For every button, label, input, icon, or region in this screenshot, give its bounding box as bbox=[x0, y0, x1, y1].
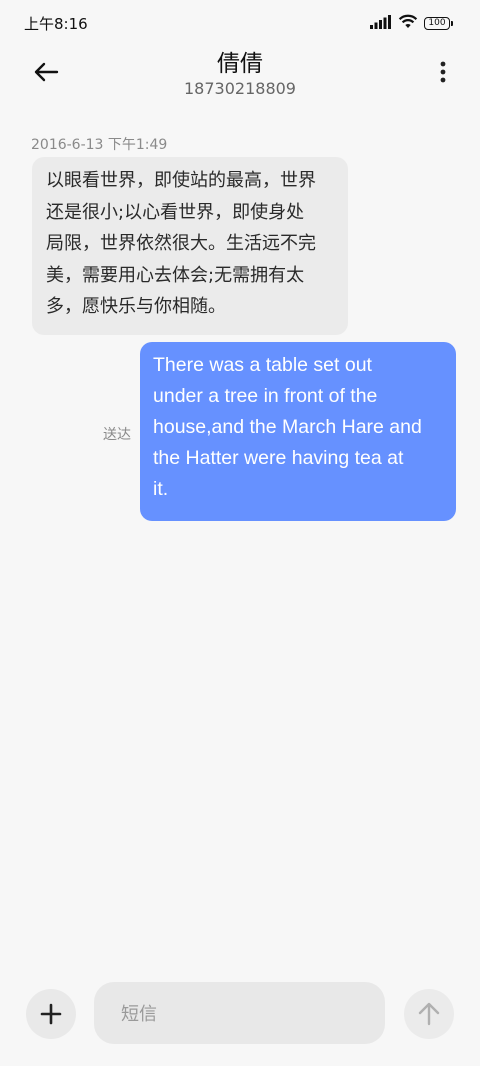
message-line: There was a table set out bbox=[153, 354, 372, 376]
status-time: 上午8:16 bbox=[24, 15, 88, 33]
send-arrow-icon bbox=[418, 1002, 440, 1026]
message-line: it. bbox=[153, 478, 169, 500]
message-line: 还是很小;以心看世界，即使身处 bbox=[46, 201, 305, 223]
message-line: 美，需要用心去体会;无需拥有太 bbox=[46, 264, 305, 286]
wifi-icon bbox=[398, 14, 418, 33]
more-vert-icon bbox=[440, 61, 446, 83]
outgoing-message-bubble[interactable]: There was a table set out under a tree i… bbox=[140, 342, 456, 521]
battery-level: 100 bbox=[428, 17, 446, 28]
conversation-header: 倩倩 18730218809 bbox=[0, 44, 480, 104]
status-icons: 100 bbox=[370, 14, 453, 33]
add-attachment-button[interactable] bbox=[26, 989, 76, 1039]
signal-icon bbox=[370, 14, 392, 33]
message-line: 局限，世界依然很大。生活远不完 bbox=[46, 233, 316, 254]
message-line: 多，愿快乐与你相随。 bbox=[46, 296, 226, 317]
status-bar: 上午8:16 100 bbox=[0, 0, 480, 44]
sms-input[interactable]: 短信 bbox=[94, 982, 385, 1044]
message-line: under a tree in front of the bbox=[153, 385, 378, 407]
battery-icon: 100 bbox=[424, 16, 453, 30]
sms-input-placeholder: 短信 bbox=[121, 1004, 157, 1025]
more-options-button[interactable] bbox=[434, 54, 452, 90]
message-timestamp: 2016-6-13 下午1:49 bbox=[31, 137, 168, 153]
message-line: 以眼看世界，即使站的最高，世界 bbox=[46, 170, 316, 191]
send-button[interactable] bbox=[404, 989, 454, 1039]
plus-icon bbox=[40, 1003, 62, 1025]
message-line: house,and the March Hare and bbox=[153, 416, 422, 438]
message-line: the Hatter were having tea at bbox=[153, 447, 404, 469]
delivery-status: 送达 bbox=[103, 427, 131, 443]
contact-phone-number: 18730218809 bbox=[184, 79, 296, 98]
incoming-message-bubble[interactable]: 以眼看世界，即使站的最高，世界 还是很小;以心看世界，即使身处 局限，世界依然很… bbox=[32, 157, 348, 335]
contact-name: 倩倩 bbox=[217, 51, 263, 77]
